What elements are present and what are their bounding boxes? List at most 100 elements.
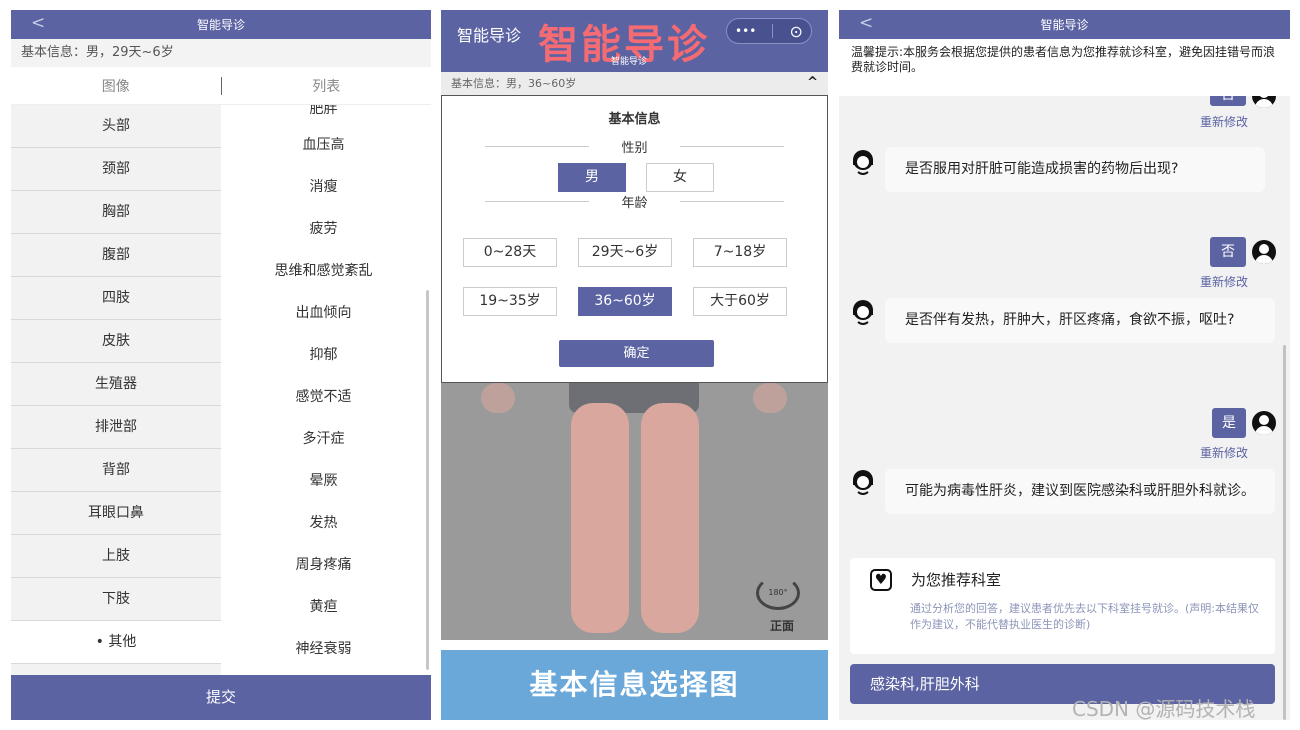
gender-male-button[interactable]: 男 bbox=[558, 163, 626, 192]
question-bubble: 是否伴有发热，肝肿大，肝区疼痛，食欲不振，呕吐? bbox=[885, 298, 1275, 343]
rotate-icon[interactable]: 180° bbox=[756, 576, 800, 610]
panel2-header: 智能导诊 智能导诊 智能导诊 ••• ⊙ bbox=[441, 10, 828, 72]
question-bubble: 是否服用对肝脏可能造成损害的药物后出现? bbox=[885, 147, 1265, 192]
user-avatar-icon bbox=[1252, 240, 1276, 264]
diagnosis-bubble: 可能为病毒性肝炎，建议到医院感染科或肝胆外科就诊。 bbox=[885, 469, 1275, 514]
gender-label: 性别 bbox=[621, 141, 648, 156]
close-circle-icon[interactable]: ⊙ bbox=[790, 22, 803, 41]
recommend-card: ♥ 为您推荐科室 通过分析您的回答，建议患者优先去以下科室挂号就诊。(声明:本结… bbox=[850, 558, 1275, 654]
back-icon[interactable]: < bbox=[31, 13, 45, 33]
notice-text: 温馨提示:本服务会根据您提供的患者信息为您推荐就诊科室，避免因挂错号而浪费就诊时… bbox=[839, 39, 1290, 96]
figure-left-hand bbox=[481, 383, 515, 413]
doctor-avatar-icon bbox=[853, 470, 873, 495]
body-part-item[interactable]: 颈部 bbox=[11, 148, 221, 191]
answer-bubble: 否 bbox=[1210, 237, 1246, 267]
gender-section-label: 性别 bbox=[442, 137, 827, 156]
age-19-35y-button[interactable]: 19~35岁 bbox=[463, 287, 557, 316]
age-label: 年龄 bbox=[621, 196, 648, 211]
body-part-item[interactable]: 生殖器 bbox=[11, 363, 221, 406]
symptom-item[interactable]: 多汗症 bbox=[221, 418, 426, 460]
body-part-item[interactable]: 背部 bbox=[11, 449, 221, 492]
body-part-item[interactable]: 腹部 bbox=[11, 234, 221, 277]
age-29d-6y-button[interactable]: 29天~6岁 bbox=[578, 238, 672, 267]
chat-panel: < 智能导诊 温馨提示:本服务会根据您提供的患者信息为您推荐就诊科室，避免因挂错… bbox=[839, 10, 1290, 720]
figure-right-leg bbox=[641, 403, 699, 633]
body-part-item[interactable]: • 其他 bbox=[11, 621, 221, 664]
view-tabs: 图像 列表 bbox=[11, 67, 431, 105]
back-icon[interactable]: < bbox=[859, 13, 873, 33]
age-over-60y-button[interactable]: 大于60岁 bbox=[693, 287, 787, 316]
basic-info-modal: 基本信息 性别 男 女 年龄 0~28天 29天~6岁 7~18岁 19~35岁… bbox=[441, 95, 828, 383]
doctor-avatar-icon bbox=[853, 300, 873, 325]
confirm-button[interactable]: 确定 bbox=[559, 340, 714, 367]
symptom-item[interactable]: 晕厥 bbox=[221, 460, 426, 502]
basic-info-panel: 智能导诊 智能导诊 智能导诊 ••• ⊙ 基本信息：男，36~60岁 ^ 180… bbox=[441, 10, 828, 720]
capsule-divider bbox=[772, 24, 774, 38]
redo-link[interactable]: 重新修改 bbox=[1200, 444, 1248, 461]
watermark: CSDN @源码技术栈 bbox=[1072, 697, 1256, 721]
app-title: 智能导诊 bbox=[457, 26, 522, 45]
body-figure[interactable]: 180° 正面 bbox=[441, 383, 828, 640]
basic-info-bar[interactable]: 基本信息：男，29天~6岁 bbox=[11, 39, 431, 67]
tab-list[interactable]: 列表 bbox=[222, 76, 432, 96]
body-part-item[interactable]: 头部 bbox=[11, 105, 221, 148]
body-part-columns: 头部 颈部 胸部 腹部 四肢 皮肤 生殖器 排泄部 背部 耳眼口鼻 上肢 下肢 • 其他 肥胖 血压高消… bbox=[11, 105, 431, 675]
body-part-item[interactable]: 排泄部 bbox=[11, 406, 221, 449]
symptom-item[interactable]: 黄疸 bbox=[221, 586, 426, 628]
symptom-item[interactable]: 血压高 bbox=[221, 124, 426, 166]
symptom-item-partial[interactable]: 肥胖 bbox=[221, 105, 426, 124]
body-part-list: 头部 颈部 胸部 腹部 四肢 皮肤 生殖器 排泄部 背部 耳眼口鼻 上肢 下肢 • 其他 bbox=[11, 105, 221, 675]
symptom-item[interactable]: 抑郁 bbox=[221, 334, 426, 376]
symptom-items: 血压高 消瘦 疲劳 思维和感觉紊乱 出血倾向 抑郁 感觉不适 多汗症 晕厥 发热 周身疼痛 黄疸 神经衰… bbox=[221, 124, 426, 670]
answer-bubble: 是 bbox=[1212, 408, 1246, 438]
symptom-item[interactable]: 发热 bbox=[221, 502, 426, 544]
answer-bubble: 否 bbox=[1210, 96, 1246, 106]
body-part-item[interactable]: 四肢 bbox=[11, 277, 221, 320]
age-7-18y-button[interactable]: 7~18岁 bbox=[693, 238, 787, 267]
body-part-item[interactable]: 皮肤 bbox=[11, 320, 221, 363]
panel1-header: < 智能导诊 bbox=[11, 10, 431, 39]
user-avatar-icon bbox=[1252, 411, 1276, 435]
symptom-item[interactable]: 消瘦 bbox=[221, 166, 426, 208]
age-36-60y-button[interactable]: 36~60岁 bbox=[578, 287, 672, 316]
more-icon[interactable]: ••• bbox=[735, 24, 756, 38]
user-avatar-icon bbox=[1252, 96, 1276, 108]
tab-image[interactable]: 图像 bbox=[11, 76, 221, 96]
symptom-item[interactable]: 思维和感觉紊乱 bbox=[221, 250, 426, 292]
symptom-item[interactable]: 周身疼痛 bbox=[221, 544, 426, 586]
mini-program-capsule: ••• ⊙ bbox=[726, 18, 812, 44]
symptom-item[interactable]: 神经衰弱 bbox=[221, 628, 426, 670]
symptom-scrollbar[interactable] bbox=[426, 290, 429, 670]
heart-icon: ♥ bbox=[870, 569, 892, 591]
basic-info-text: 基本信息：男，36~60岁 bbox=[451, 77, 577, 90]
redo-link[interactable]: 重新修改 bbox=[1200, 273, 1248, 290]
age-section-label: 年龄 bbox=[442, 192, 827, 211]
figure-left-leg bbox=[571, 403, 629, 633]
caption-banner: 基本信息选择图 bbox=[441, 650, 828, 720]
body-part-item[interactable]: 胸部 bbox=[11, 191, 221, 234]
panel3-header: < 智能导诊 bbox=[839, 10, 1290, 39]
recommend-desc: 通过分析您的回答，建议患者优先去以下科室挂号就诊。(声明:本结果仅作为建议，不能… bbox=[910, 602, 1259, 631]
submit-button[interactable]: 提交 bbox=[11, 675, 431, 720]
symptom-list[interactable]: 肥胖 血压高 消瘦 疲劳 思维和感觉紊乱 出血倾向 抑郁 感觉不适 多汗症 晕厥 发热 周身疼痛 黄疸… bbox=[221, 105, 426, 675]
redo-link[interactable]: 重新修改 bbox=[1200, 113, 1248, 130]
panel1-title: 智能导诊 bbox=[196, 18, 245, 32]
recommend-title: 为您推荐科室 bbox=[911, 571, 1002, 589]
basic-info-bar[interactable]: 基本信息：男，36~60岁 ^ bbox=[441, 72, 828, 95]
doctor-avatar-icon bbox=[853, 150, 873, 175]
age-0-28d-button[interactable]: 0~28天 bbox=[463, 238, 557, 267]
sub-title: 智能导诊 bbox=[611, 57, 648, 67]
chat-scrollbar[interactable] bbox=[1283, 345, 1286, 720]
symptom-item[interactable]: 疲劳 bbox=[221, 208, 426, 250]
symptom-item[interactable]: 感觉不适 bbox=[221, 376, 426, 418]
modal-title: 基本信息 bbox=[608, 112, 661, 127]
gender-female-button[interactable]: 女 bbox=[646, 163, 714, 192]
rotate-label: 正面 bbox=[769, 619, 794, 633]
symptom-item[interactable]: 出血倾向 bbox=[221, 292, 426, 334]
body-part-item[interactable]: 下肢 bbox=[11, 578, 221, 621]
figure-right-hand bbox=[753, 383, 787, 413]
body-part-item[interactable]: 耳眼口鼻 bbox=[11, 492, 221, 535]
panel3-title: 智能导诊 bbox=[1040, 18, 1089, 32]
body-part-item[interactable]: 上肢 bbox=[11, 535, 221, 578]
collapse-caret-icon[interactable]: ^ bbox=[807, 71, 818, 94]
